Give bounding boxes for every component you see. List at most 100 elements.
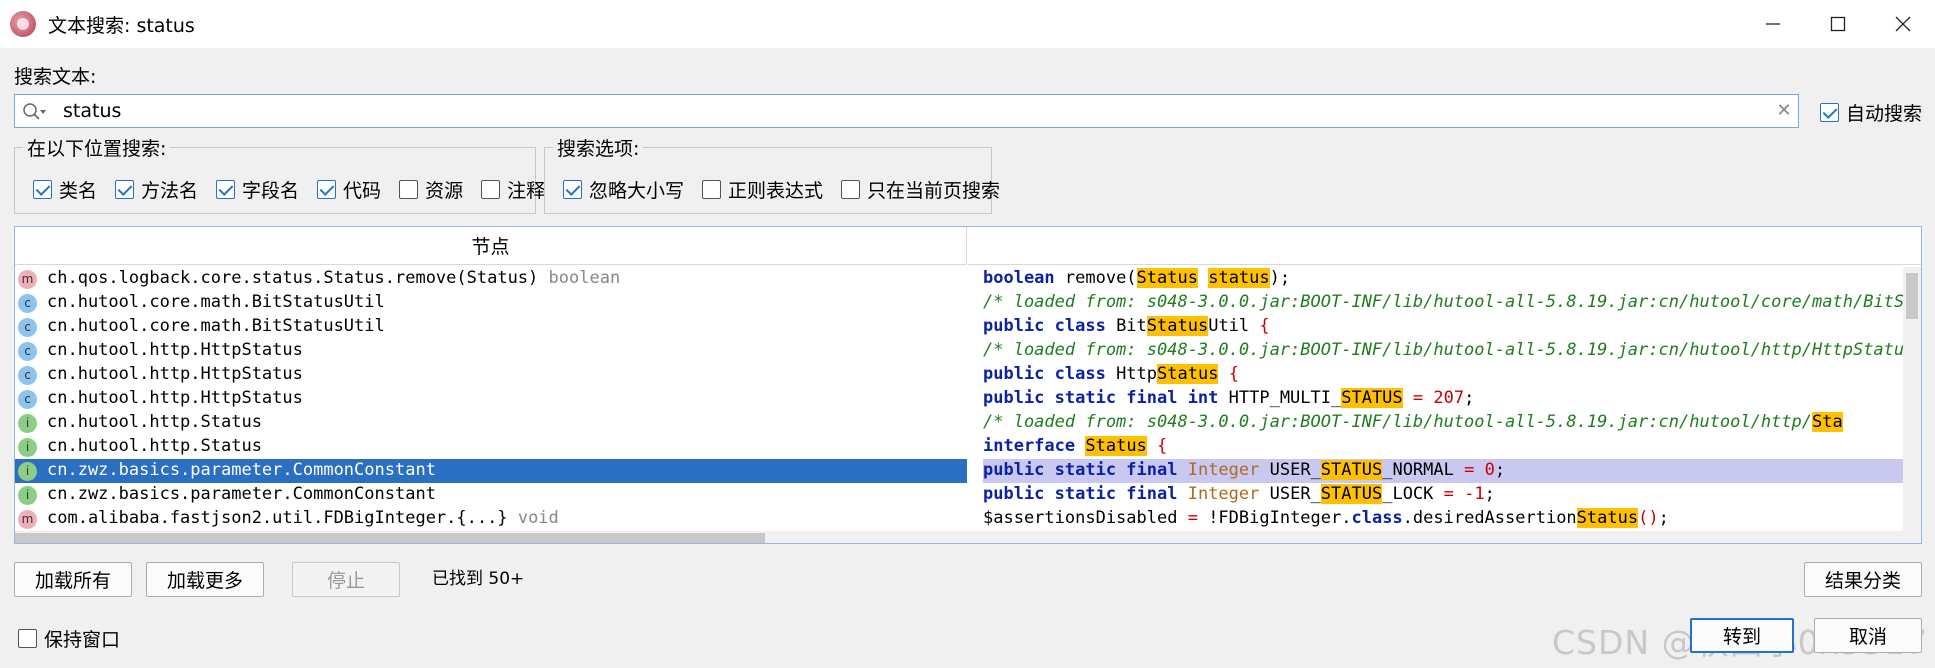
- close-button[interactable]: [1868, 0, 1935, 48]
- checkbox-box[interactable]: [1820, 103, 1839, 122]
- node-name: cn.hutool.http.Status: [47, 412, 262, 432]
- node-name: cn.hutool.http.Status: [47, 436, 262, 456]
- horizontal-scrollbar-thumb[interactable]: [15, 533, 765, 543]
- close-icon: [1895, 16, 1911, 32]
- code-cell[interactable]: /* loaded from: s048-3.0.0.jar:BOOT-INF/…: [983, 291, 1903, 315]
- checkbox-box[interactable]: [115, 180, 135, 199]
- cancel-button[interactable]: 取消: [1814, 618, 1922, 653]
- app-logo-icon: [10, 11, 36, 37]
- match-highlight: status: [1208, 268, 1270, 288]
- checkbox-box[interactable]: [33, 180, 52, 199]
- code-cell[interactable]: public static final Integer USER_STATUS_…: [983, 459, 1903, 483]
- code-cell[interactable]: public static final int HTTP_MULTI_STATU…: [983, 387, 1903, 411]
- table-row[interactable]: m ch.qos.logback.core.status.Status.remov…: [15, 267, 1903, 291]
- location-checkbox-4[interactable]: 资源: [399, 176, 463, 203]
- code-token: ;: [1658, 508, 1669, 528]
- code-token: {: [1228, 364, 1239, 384]
- code-cell[interactable]: interface Status {: [983, 435, 1903, 459]
- node-cell[interactable]: m ch.qos.logback.core.status.Status.remov…: [15, 267, 967, 291]
- checkbox-box[interactable]: [702, 180, 722, 199]
- checkbox-box[interactable]: [216, 180, 236, 199]
- node-cell[interactable]: i cn.hutool.http.Status: [15, 411, 967, 435]
- location-checkbox-5[interactable]: 注释: [481, 176, 545, 203]
- node-name: cn.zwz.basics.parameter.CommonConstant: [47, 484, 436, 504]
- vertical-scrollbar-thumb[interactable]: [1906, 273, 1918, 319]
- search-locations-legend: 在以下位置搜索:: [23, 134, 171, 161]
- vertical-scrollbar[interactable]: [1903, 267, 1921, 531]
- table-row[interactable]: i cn.hutool.http.Status /* loaded from: s0…: [15, 411, 1903, 435]
- table-row[interactable]: c cn.hutool.core.math.BitStatusUtil public…: [15, 315, 1903, 339]
- keep-window-checkbox[interactable]: 保持窗口: [18, 625, 120, 652]
- search-field[interactable]: ✕: [14, 94, 1799, 128]
- location-checkbox-0[interactable]: 类名: [33, 176, 97, 203]
- goto-button[interactable]: 转到: [1690, 618, 1794, 653]
- option-checkbox-2[interactable]: 只在当前页搜索: [841, 176, 1000, 203]
- column-header-code[interactable]: [968, 227, 1921, 265]
- node-cell[interactable]: i cn.zwz.basics.parameter.CommonConstant: [15, 459, 967, 483]
- checkbox-box[interactable]: [317, 180, 337, 199]
- code-cell[interactable]: boolean remove(Status status);: [983, 267, 1903, 291]
- node-cell[interactable]: c cn.hutool.core.math.BitStatusUtil: [15, 315, 967, 339]
- option-checkbox-0[interactable]: 忽略大小写: [563, 176, 684, 203]
- code-cell[interactable]: /* loaded from: s048-3.0.0.jar:BOOT-INF/…: [983, 411, 1903, 435]
- table-row[interactable]: i cn.zwz.basics.parameter.CommonConstant p…: [15, 459, 1903, 483]
- checkbox-box[interactable]: [841, 180, 861, 199]
- code-token: $assertionsDisabled: [983, 508, 1188, 528]
- window-title: 文本搜索: status: [48, 15, 195, 37]
- code-token: public class: [983, 316, 1106, 336]
- search-locations-group: 在以下位置搜索: 类名 方法名 字段名 代码 资源 注释: [14, 134, 545, 214]
- table-row[interactable]: m com.alibaba.fastjson2.util.FDBigInteger…: [15, 507, 1903, 531]
- node-name: cn.hutool.core.math.BitStatusUtil: [47, 316, 385, 336]
- load-all-button[interactable]: 加载所有: [14, 562, 132, 597]
- option-checkbox-1[interactable]: 正则表达式: [702, 176, 823, 203]
- node-cell[interactable]: i cn.hutool.http.Status: [15, 435, 967, 459]
- stop-button[interactable]: 停止: [292, 562, 400, 597]
- node-cell[interactable]: c cn.hutool.core.math.BitStatusUtil: [15, 291, 967, 315]
- node-cell[interactable]: c cn.hutool.http.HttpStatus: [15, 387, 967, 411]
- code-cell[interactable]: public class BitStatusUtil {: [983, 315, 1903, 339]
- table-row[interactable]: i cn.zwz.basics.parameter.CommonConstant p…: [15, 483, 1903, 507]
- minimize-button[interactable]: [1738, 0, 1808, 48]
- code-token: ;: [1494, 460, 1506, 480]
- checkbox-box[interactable]: [481, 180, 501, 199]
- maximize-button[interactable]: [1803, 0, 1873, 48]
- location-checkbox-3[interactable]: 代码: [317, 176, 381, 203]
- location-checkbox-1[interactable]: 方法名: [115, 176, 198, 203]
- table-row[interactable]: c cn.hutool.http.HttpStatus public class H…: [15, 363, 1903, 387]
- location-checkbox-4-label: 资源: [425, 180, 464, 202]
- location-checkbox-2[interactable]: 字段名: [216, 176, 299, 203]
- node-cell[interactable]: c cn.hutool.http.HttpStatus: [15, 363, 967, 387]
- horizontal-scrollbar[interactable]: [15, 531, 1921, 543]
- checkbox-box[interactable]: [18, 629, 37, 648]
- auto-search-checkbox[interactable]: 自动搜索: [1820, 99, 1922, 126]
- code-token: Bit: [1105, 316, 1147, 336]
- code-token: HTTP_MULTI_: [1218, 388, 1342, 408]
- code-token: =: [1464, 460, 1475, 480]
- match-highlight: STATUS: [1341, 388, 1403, 408]
- code-token: =: [1443, 484, 1454, 504]
- node-cell[interactable]: i cn.zwz.basics.parameter.CommonConstant: [15, 483, 967, 507]
- code-cell[interactable]: $assertionsDisabled = !FDBigInteger.clas…: [983, 507, 1903, 531]
- code-cell[interactable]: public class HttpStatus {: [983, 363, 1903, 387]
- checkbox-box[interactable]: [399, 180, 419, 199]
- table-row[interactable]: c cn.hutool.http.HttpStatus public static …: [15, 387, 1903, 411]
- node-cell[interactable]: m com.alibaba.fastjson2.util.FDBigInteger…: [15, 507, 967, 531]
- search-input[interactable]: [49, 97, 1749, 125]
- interface-icon: i: [18, 438, 37, 457]
- load-more-button[interactable]: 加载更多: [146, 562, 264, 597]
- table-row[interactable]: c cn.hutool.core.math.BitStatusUtil /* loa…: [15, 291, 1903, 315]
- node-cell[interactable]: c cn.hutool.http.HttpStatus: [15, 339, 967, 363]
- code-cell[interactable]: /* loaded from: s048-3.0.0.jar:BOOT-INF/…: [983, 339, 1903, 363]
- table-row[interactable]: c cn.hutool.http.HttpStatus /* loaded from…: [15, 339, 1903, 363]
- group-results-button[interactable]: 结果分类: [1804, 562, 1922, 597]
- interface-icon: i: [18, 486, 37, 505]
- clear-icon[interactable]: ✕: [1773, 99, 1795, 123]
- node-name: com.alibaba.fastjson2.util.FDBigInteger.…: [47, 508, 508, 528]
- node-text: cn.hutool.core.math.BitStatusUtil: [47, 316, 385, 336]
- code-token: public static final int: [983, 388, 1219, 408]
- column-header-node[interactable]: 节点: [15, 227, 967, 265]
- code-token: boolean: [983, 268, 1055, 288]
- checkbox-box[interactable]: [563, 180, 582, 199]
- code-cell[interactable]: public static final Integer USER_STATUS_…: [983, 483, 1903, 507]
- table-row[interactable]: i cn.hutool.http.Status interface Status {: [15, 435, 1903, 459]
